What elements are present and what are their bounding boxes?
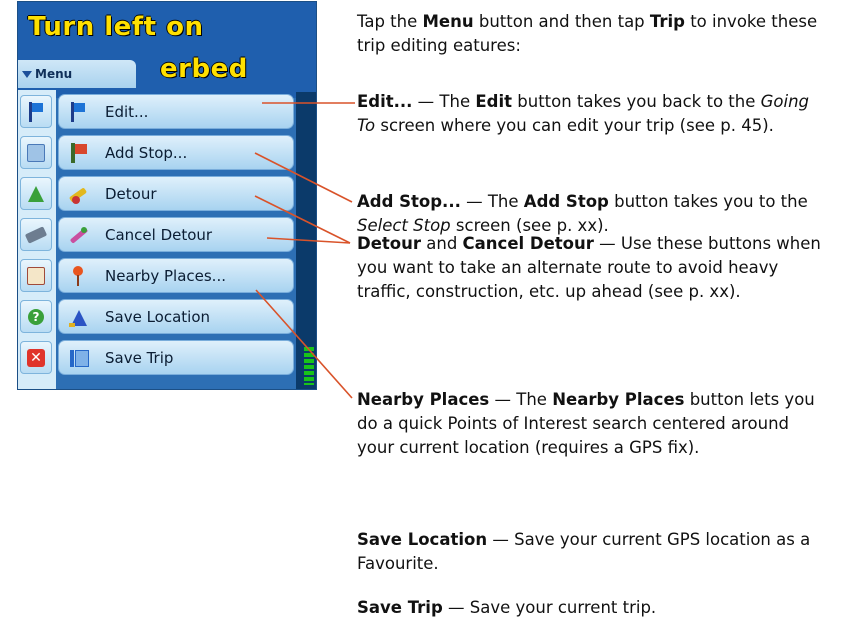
detour-term: Detour <box>357 234 421 253</box>
callout-cancel-detour <box>266 237 351 244</box>
entry-text: — The <box>412 92 476 111</box>
entry-text: button takes you back to the <box>512 92 761 111</box>
add-stop-term: Add Stop... <box>357 192 461 211</box>
entry-text: — Save your current trip. <box>442 598 657 617</box>
nearby-places-button-term: Nearby Places <box>552 390 685 409</box>
intro-paragraph: Tap the Menu button and then tap Trip to… <box>357 10 827 58</box>
edit-entry: Edit... — The Edit button takes you back… <box>357 90 827 138</box>
add-stop-button-term: Add Stop <box>523 192 609 211</box>
cancel-detour-term: Cancel Detour <box>462 234 594 253</box>
save-trip-term: Save Trip <box>357 598 443 617</box>
entry-text: and <box>421 234 463 253</box>
edit-button-term: Edit <box>475 92 513 111</box>
entry-text: — The <box>489 390 553 409</box>
menu-term: Menu <box>422 12 474 31</box>
entry-text: screen where you can edit your trip (see… <box>375 116 774 135</box>
trip-term: Trip <box>649 12 685 31</box>
intro-text: button and then tap <box>473 12 650 31</box>
callout-detour <box>254 195 351 244</box>
nearby-places-entry: Nearby Places — The Nearby Places button… <box>357 388 827 460</box>
save-location-entry: Save Location — Save your current GPS lo… <box>357 528 827 576</box>
detour-entry: Detour and Cancel Detour — Use these but… <box>357 232 827 304</box>
intro-text: Tap the <box>357 12 423 31</box>
callout-nearby-places <box>255 289 353 399</box>
save-location-term: Save Location <box>357 530 488 549</box>
entry-text: — The <box>460 192 524 211</box>
save-trip-entry: Save Trip — Save your current trip. <box>357 596 827 620</box>
nearby-places-term: Nearby Places <box>357 390 490 409</box>
add-stop-entry: Add Stop... — The Add Stop button takes … <box>357 190 827 238</box>
edit-term: Edit... <box>357 92 413 111</box>
callout-add-stop <box>254 152 353 203</box>
entry-text: button takes you to the <box>608 192 808 211</box>
